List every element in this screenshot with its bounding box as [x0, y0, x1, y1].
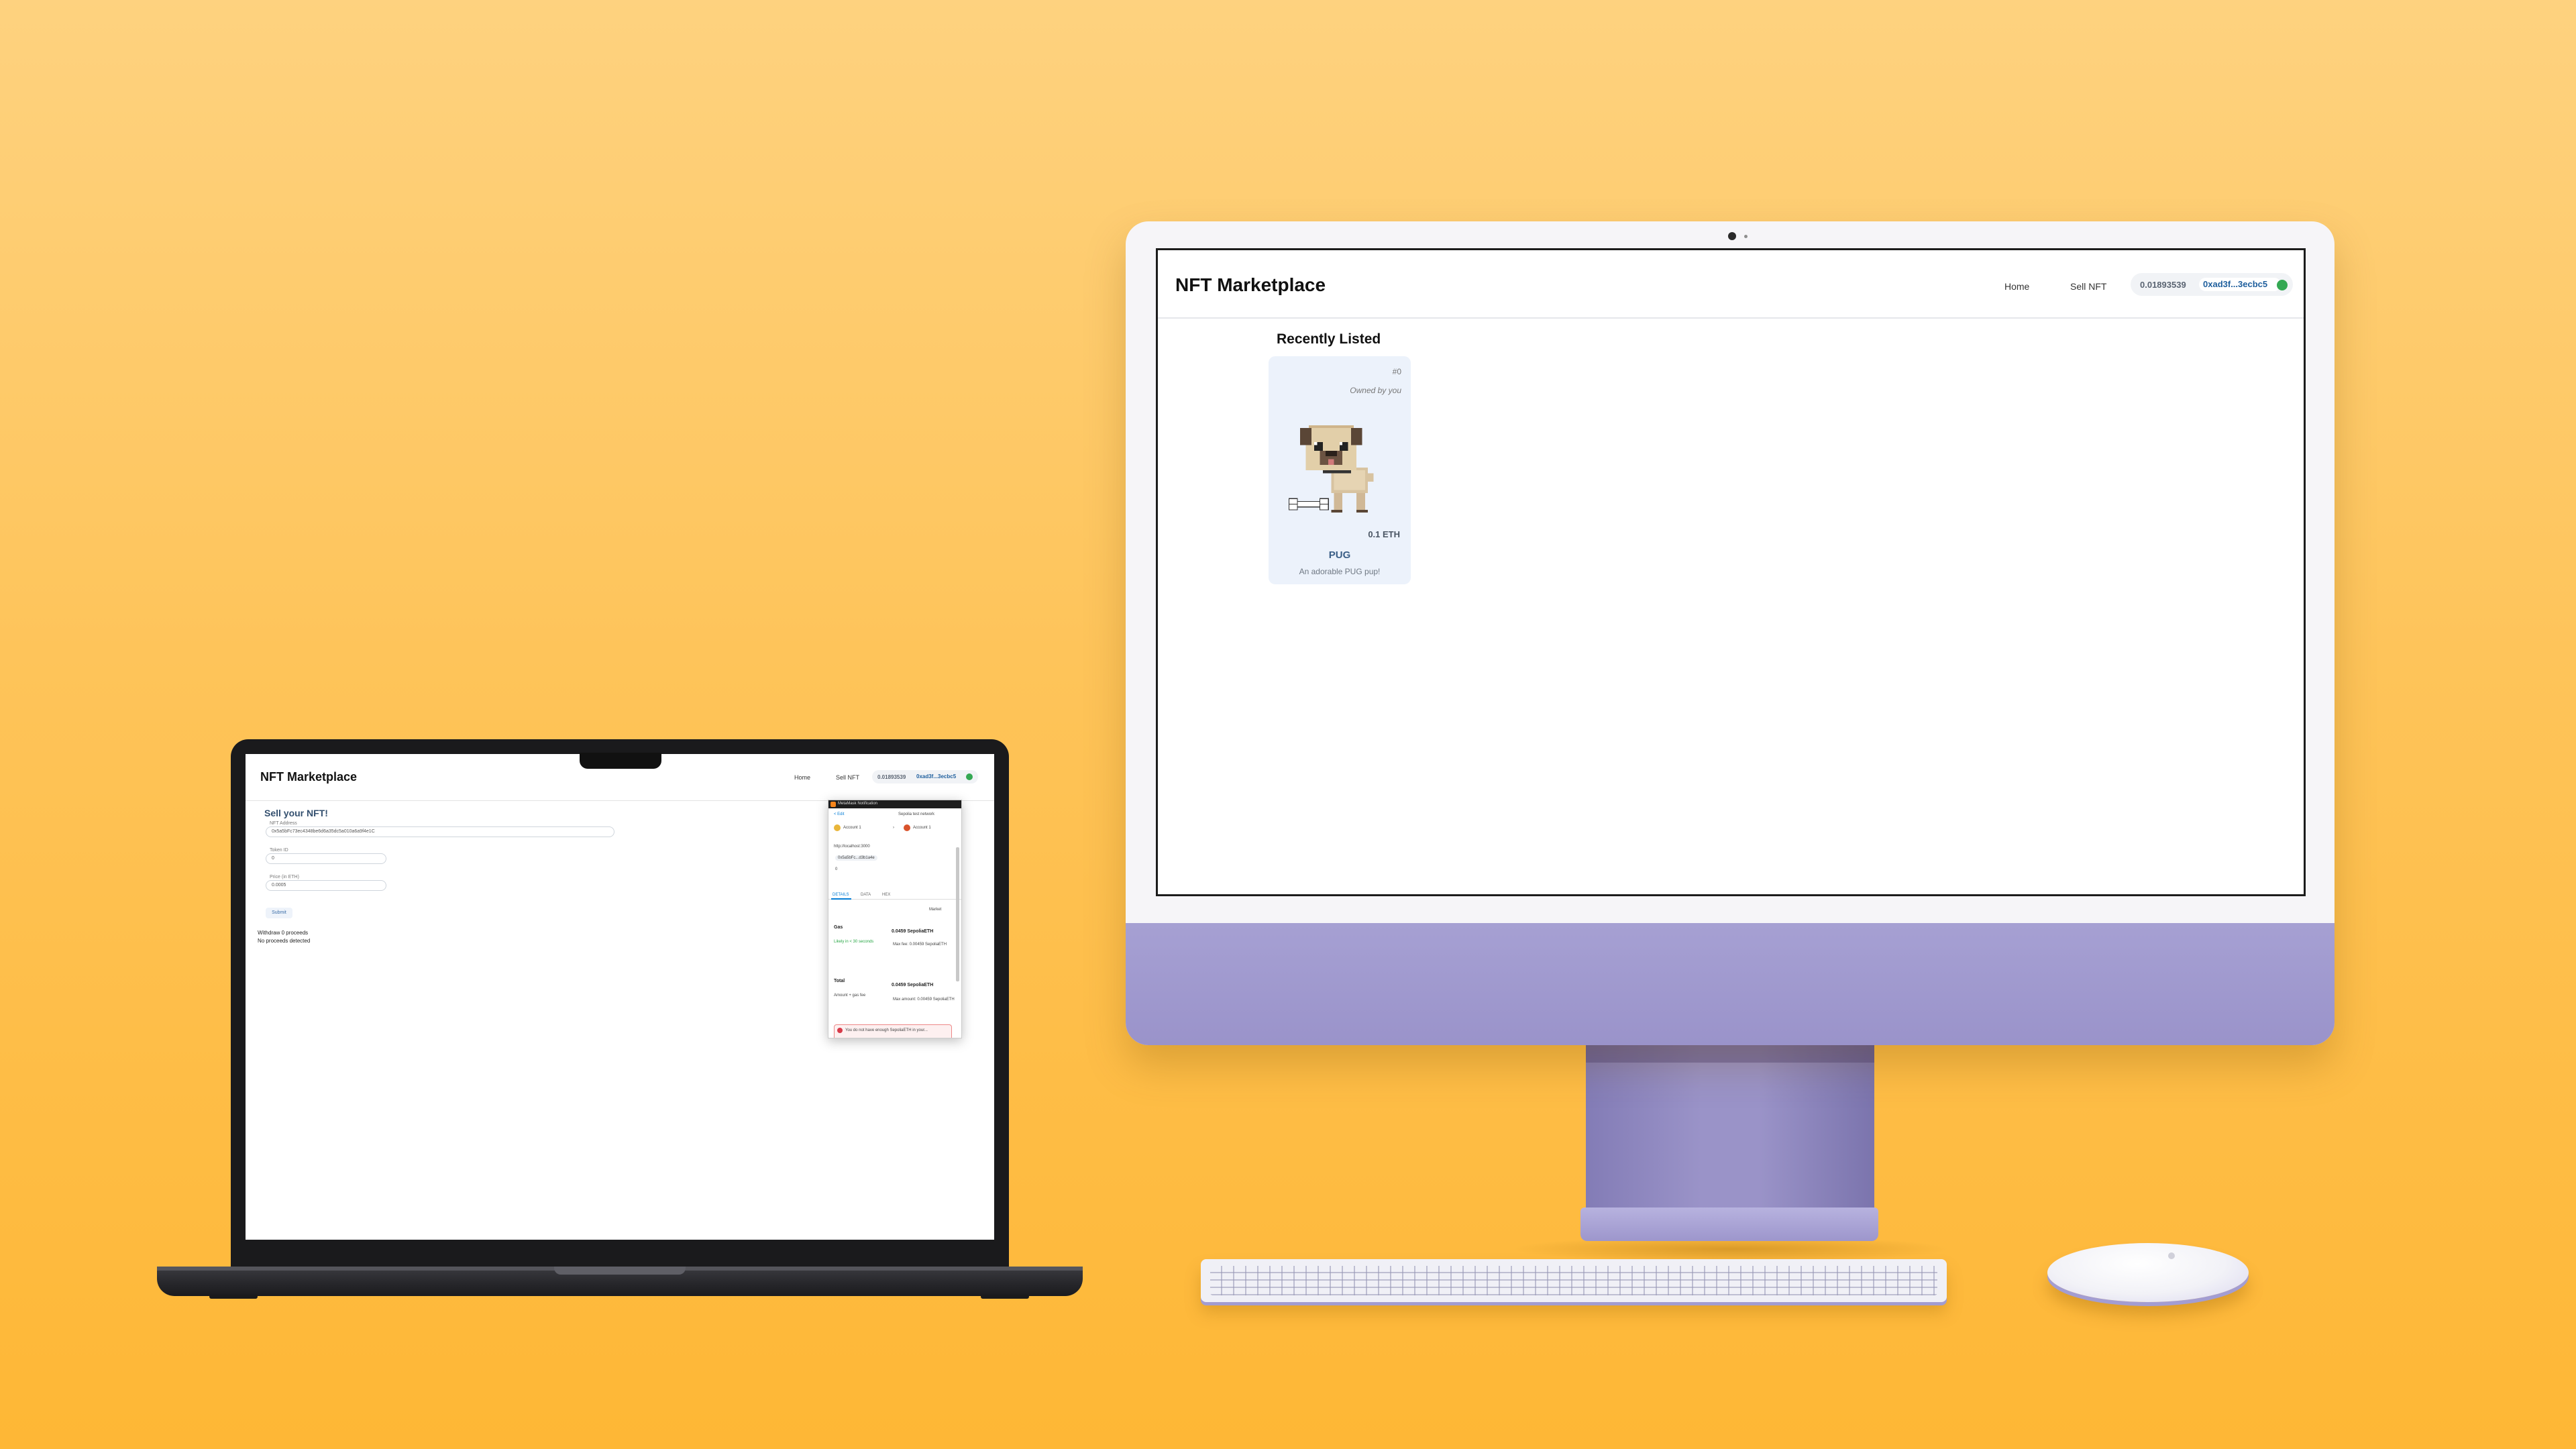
submit-button[interactable]: Submit: [266, 908, 292, 918]
laptop-nav-sell-link[interactable]: Sell NFT: [836, 774, 859, 781]
laptop-opening-groove: [554, 1267, 686, 1275]
metamask-scrollbar[interactable]: [956, 847, 959, 981]
nav-sell-link[interactable]: Sell NFT: [2070, 281, 2106, 292]
nft-card[interactable]: #0 Owned by you 0.1 ETH PUG An adorable …: [1269, 356, 1411, 584]
account-to: Account 1: [913, 826, 931, 830]
account-from-avatar-icon: [834, 824, 841, 831]
mouse: [2047, 1243, 2249, 1302]
metamask-popup: MetaMask Notification < Edit Sepolia tes…: [828, 800, 962, 1038]
no-proceeds-text: No proceeds detected: [258, 938, 311, 944]
token-id-label: Token ID: [270, 848, 288, 853]
apple-logo-icon: [2168, 1252, 2175, 1259]
imac-camera-led: [1744, 235, 1748, 238]
nft-address-input[interactable]: 0x5a5bFc73ec4348be6d6a35dc5a010a6a9f4e1C: [266, 826, 614, 837]
tab-hex[interactable]: HEX: [882, 893, 890, 897]
account-from: Account 1: [843, 826, 861, 830]
total-value: 0.0459 SepoliaETH: [892, 983, 934, 987]
nft-description: An adorable PUG pup!: [1299, 567, 1381, 576]
gas-max-fee: Max fee: 0.00459 SepoliaETH: [893, 943, 947, 947]
section-title: Recently Listed: [1277, 331, 1381, 347]
metamask-contract[interactable]: 0x5a5bFc...d3b1a4e: [835, 855, 877, 861]
metamask-fox-icon: [830, 802, 836, 807]
insufficient-funds-alert: You do not have enough SepoliaETH in you…: [834, 1024, 952, 1038]
gas-value: 0.0459 SepoliaETH: [892, 929, 934, 934]
tab-data[interactable]: DATA: [861, 893, 871, 897]
wallet-address: 0xad3f...3ecbc5: [2199, 278, 2281, 291]
price-label: Price (in ETH): [270, 875, 299, 879]
nft-price: 0.1 ETH: [1368, 529, 1400, 539]
pug-image: [1288, 425, 1374, 513]
laptop-foot-right: [981, 1295, 1029, 1299]
laptop-nav-home-link[interactable]: Home: [794, 774, 810, 781]
imac-stand: [1586, 1045, 1874, 1213]
withdraw-button[interactable]: Withdraw 0 proceeds: [258, 930, 308, 936]
price-input[interactable]: 0.0005: [266, 880, 386, 891]
total-label: Total: [834, 979, 845, 983]
laptop-wallet-address: 0xad3f...3ecbc5: [916, 773, 957, 780]
laptop-foot-left: [209, 1295, 258, 1299]
metamask-site: http://localhost:3000: [834, 845, 870, 849]
metamask-value: 0: [835, 867, 838, 871]
gas-market-selector[interactable]: Market: [929, 908, 941, 912]
nft-name: PUG: [1328, 549, 1351, 561]
imac-chin: [1126, 923, 2334, 1045]
nav-home-link[interactable]: Home: [2004, 281, 2029, 292]
metamask-window-title: MetaMask Notification: [838, 802, 878, 806]
gas-label: Gas: [834, 925, 843, 930]
token-id-input[interactable]: 0: [266, 853, 386, 864]
imac-foot: [1580, 1208, 1878, 1241]
keyboard: [1201, 1259, 1947, 1302]
laptop-wallet-avatar-icon: [966, 773, 973, 780]
alert-text: You do not have enough SepoliaETH in you…: [845, 1028, 928, 1032]
imac-stand-shade: [1586, 1045, 1874, 1063]
imac-camera: [1728, 232, 1736, 240]
amount-label: Amount + gas fee: [834, 994, 866, 998]
tab-active-indicator: [831, 898, 851, 900]
keyboard-keys: [1210, 1266, 1937, 1295]
tab-details[interactable]: DETAILS: [833, 893, 849, 897]
nft-token-id: #0: [1392, 367, 1401, 376]
nft-owner: Owned by you: [1350, 386, 1401, 395]
imac-screen: NFT Marketplace Home Sell NFT 0.01893539…: [1156, 248, 2306, 896]
laptop-screen: NFT Marketplace Home Sell NFT 0.01893539…: [246, 754, 994, 1240]
wallet-button[interactable]: 0.01893539 0xad3f...3ecbc5: [2131, 273, 2293, 296]
nft-address-label: NFT Address: [270, 821, 297, 826]
wallet-balance: 0.01893539: [2140, 280, 2186, 290]
wallet-avatar-icon: [2277, 280, 2288, 290]
laptop-notch: [580, 753, 661, 769]
gas-likely: Likely in < 30 seconds: [834, 940, 874, 944]
laptop-wallet-balance: 0.01893539: [877, 774, 906, 780]
account-to-avatar-icon: [904, 824, 910, 831]
arrow-right-icon: ›: [893, 826, 894, 830]
sell-form-title: Sell your NFT!: [264, 808, 328, 818]
laptop-wallet-button[interactable]: 0.01893539 0xad3f...3ecbc5: [872, 770, 978, 784]
app-title: NFT Marketplace: [1175, 274, 1326, 295]
laptop-app-title: NFT Marketplace: [260, 770, 358, 784]
alert-icon: [837, 1028, 843, 1033]
metamask-titlebar: MetaMask Notification: [828, 800, 961, 808]
max-amount: Max amount: 0.00459 SepoliaETH: [893, 998, 955, 1002]
metamask-network: Sepolia test network: [898, 812, 935, 816]
app-header: NFT Marketplace Home Sell NFT 0.01893539…: [1158, 250, 2304, 319]
metamask-edit-link[interactable]: < Edit: [834, 812, 845, 816]
